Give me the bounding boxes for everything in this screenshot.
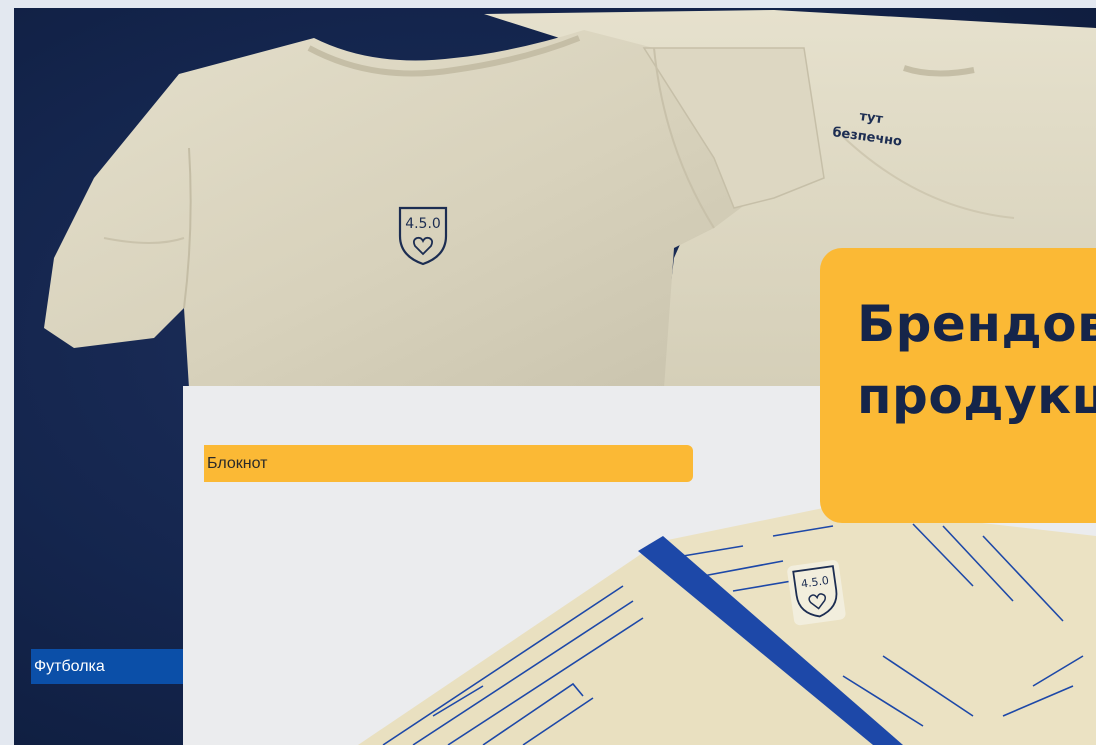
svg-text:4.5.0: 4.5.0 <box>405 216 441 232</box>
notebook-label: Блокнот <box>204 445 693 482</box>
title-line-2: продукція <box>857 367 1096 425</box>
promo-slide: 4.5.0 тут безпечно 4.5.0 Блокнот Футболк… <box>0 0 1096 745</box>
title-line-1: Брендована <box>857 295 1096 353</box>
tshirt-label: Футболка <box>31 649 183 684</box>
title-card: Брендована продукція <box>820 248 1096 523</box>
notebook-logo: 4.5.0 <box>787 560 846 626</box>
